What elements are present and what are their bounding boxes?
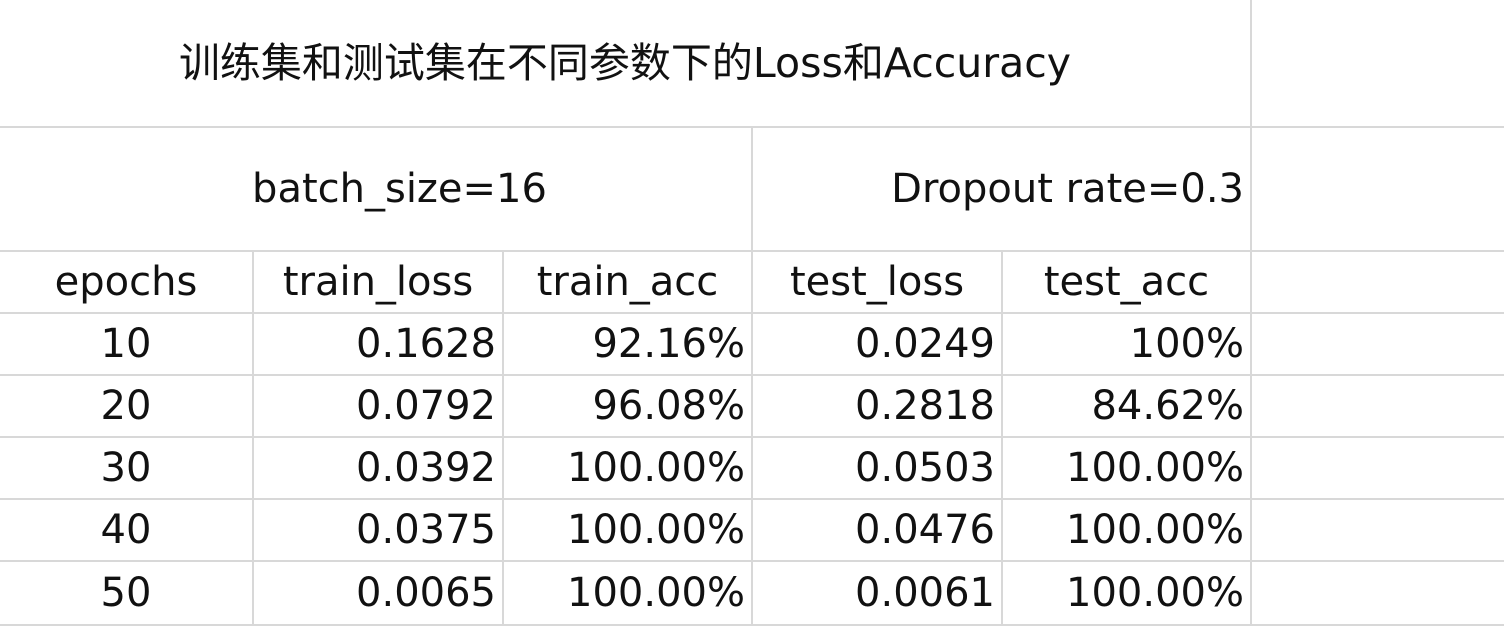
spreadsheet-grid: 训练集和测试集在不同参数下的Loss和Accuracy batch_size=1… bbox=[0, 0, 1504, 626]
dropout-label: Dropout rate=0.3 bbox=[891, 166, 1244, 212]
empty-cell[interactable] bbox=[1252, 438, 1504, 500]
table-row-epochs[interactable]: 30 bbox=[0, 438, 254, 500]
table-cell[interactable]: 100.00% bbox=[504, 562, 753, 626]
table-cell[interactable]: 100.00% bbox=[504, 500, 753, 562]
empty-cell[interactable] bbox=[1252, 314, 1504, 376]
header-train-acc[interactable]: train_acc bbox=[504, 252, 753, 314]
table-cell[interactable]: 0.0375 bbox=[254, 500, 504, 562]
table-cell[interactable]: 0.0392 bbox=[254, 438, 504, 500]
empty-cell[interactable] bbox=[1252, 252, 1504, 314]
batch-size-label: batch_size=16 bbox=[252, 166, 547, 212]
header-test-loss[interactable]: test_loss bbox=[753, 252, 1003, 314]
table-cell[interactable]: 0.0065 bbox=[254, 562, 504, 626]
table-cell[interactable]: 0.0249 bbox=[753, 314, 1003, 376]
empty-cell[interactable] bbox=[1252, 500, 1504, 562]
table-cell[interactable]: 0.1628 bbox=[254, 314, 504, 376]
table-row-epochs[interactable]: 50 bbox=[0, 562, 254, 626]
table-cell[interactable]: 100.00% bbox=[1003, 438, 1252, 500]
table-row-epochs[interactable]: 20 bbox=[0, 376, 254, 438]
dropout-cell[interactable]: Dropout rate=0.3 bbox=[753, 128, 1252, 252]
table-cell[interactable]: 100.00% bbox=[1003, 562, 1252, 626]
empty-cell[interactable] bbox=[1252, 128, 1504, 252]
table-cell[interactable]: 100.00% bbox=[504, 438, 753, 500]
empty-cell[interactable] bbox=[1252, 376, 1504, 438]
table-cell[interactable]: 84.62% bbox=[1003, 376, 1252, 438]
page-title: 训练集和测试集在不同参数下的Loss和Accuracy bbox=[178, 38, 1072, 87]
table-cell[interactable]: 0.0476 bbox=[753, 500, 1003, 562]
table-cell[interactable]: 92.16% bbox=[504, 314, 753, 376]
header-train-loss[interactable]: train_loss bbox=[254, 252, 504, 314]
empty-cell[interactable] bbox=[1252, 0, 1504, 128]
header-test-acc[interactable]: test_acc bbox=[1003, 252, 1252, 314]
table-row-epochs[interactable]: 40 bbox=[0, 500, 254, 562]
header-epochs[interactable]: epochs bbox=[0, 252, 254, 314]
table-cell[interactable]: 0.0061 bbox=[753, 562, 1003, 626]
table-cell[interactable]: 100% bbox=[1003, 314, 1252, 376]
table-cell[interactable]: 0.2818 bbox=[753, 376, 1003, 438]
table-cell[interactable]: 100.00% bbox=[1003, 500, 1252, 562]
table-cell[interactable]: 96.08% bbox=[504, 376, 753, 438]
title-cell[interactable]: 训练集和测试集在不同参数下的Loss和Accuracy bbox=[0, 0, 1252, 128]
batch-size-cell[interactable]: batch_size=16 bbox=[0, 128, 753, 252]
table-cell[interactable]: 0.0503 bbox=[753, 438, 1003, 500]
empty-cell[interactable] bbox=[1252, 562, 1504, 626]
table-cell[interactable]: 0.0792 bbox=[254, 376, 504, 438]
table-row-epochs[interactable]: 10 bbox=[0, 314, 254, 376]
